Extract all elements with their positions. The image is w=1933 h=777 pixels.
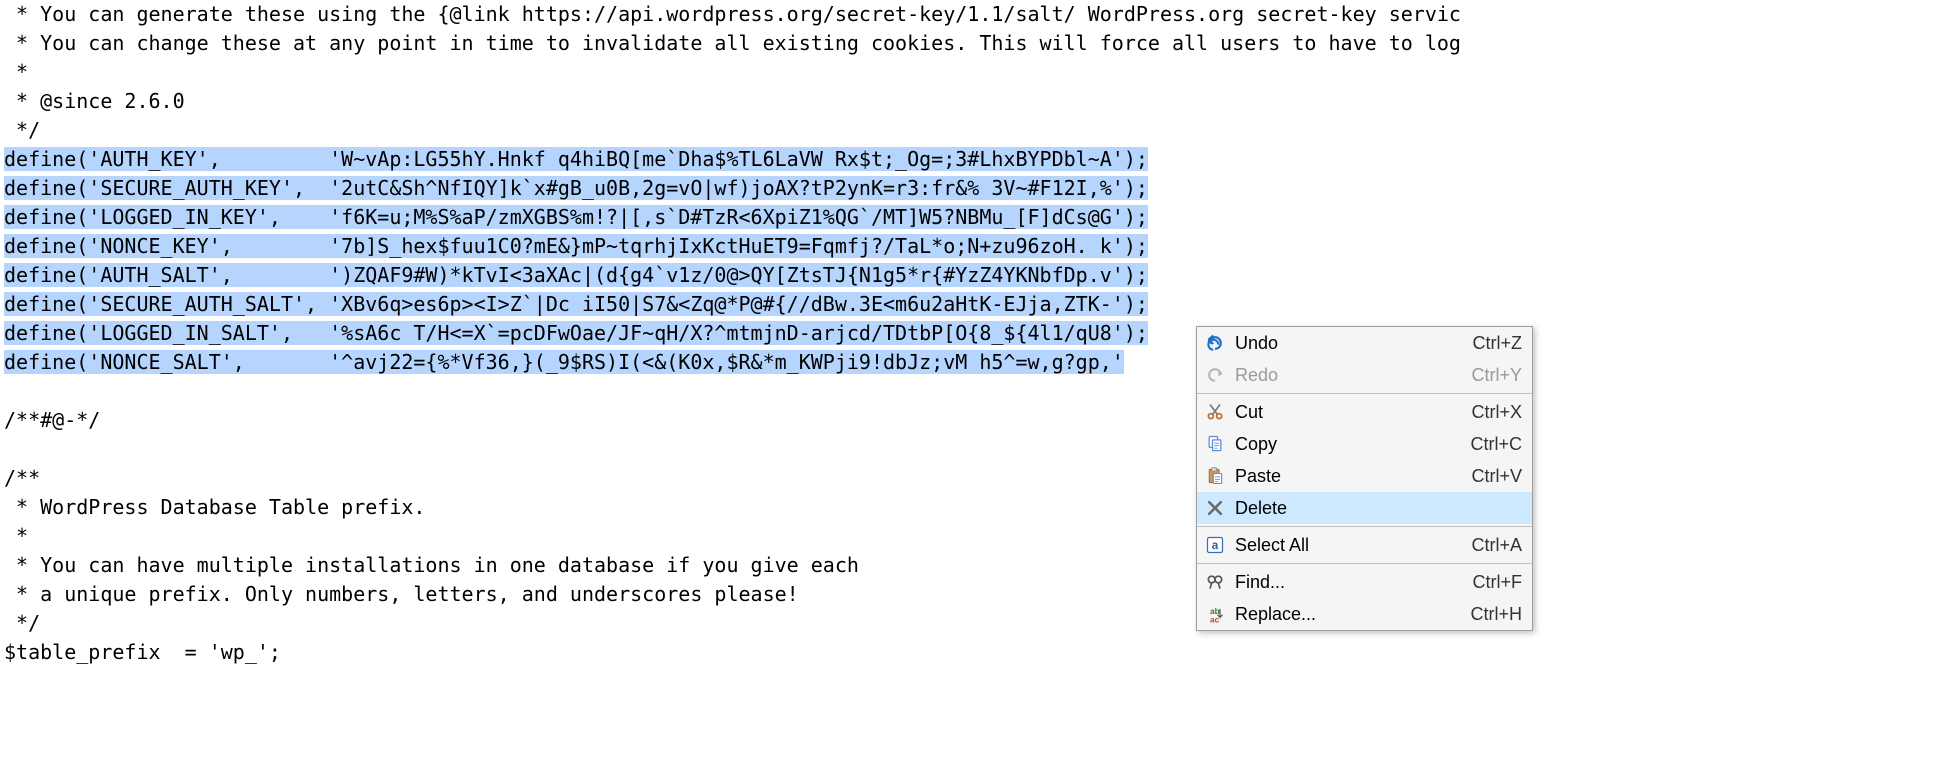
menu-paste[interactable]: Paste Ctrl+V bbox=[1197, 460, 1532, 492]
svg-text:a: a bbox=[1212, 539, 1219, 552]
code-line: * You can have multiple installations in… bbox=[0, 551, 1933, 580]
code-line: /**#@-*/ bbox=[0, 406, 1933, 435]
menu-label: Redo bbox=[1229, 366, 1461, 384]
code-line: */ bbox=[0, 116, 1933, 145]
code-editor[interactable]: * You can generate these using the {@lin… bbox=[0, 0, 1933, 667]
redo-icon bbox=[1201, 365, 1229, 385]
menu-label: Cut bbox=[1229, 403, 1461, 421]
delete-icon bbox=[1201, 498, 1229, 518]
menu-select-all[interactable]: a Select All Ctrl+A bbox=[1197, 529, 1532, 561]
code-line: * You can change these at any point in t… bbox=[0, 29, 1933, 58]
code-line bbox=[0, 377, 1933, 406]
menu-shortcut: Ctrl+F bbox=[1463, 573, 1523, 591]
menu-shortcut: Ctrl+Z bbox=[1463, 334, 1523, 352]
undo-icon bbox=[1201, 333, 1229, 353]
code-line: $table_prefix = 'wp_'; bbox=[0, 638, 1933, 667]
menu-cut[interactable]: Cut Ctrl+X bbox=[1197, 396, 1532, 428]
code-line: * @since 2.6.0 bbox=[0, 87, 1933, 116]
code-line: * bbox=[0, 522, 1933, 551]
menu-redo[interactable]: Redo Ctrl+Y bbox=[1197, 359, 1532, 391]
menu-find[interactable]: Find... Ctrl+F bbox=[1197, 566, 1532, 598]
menu-separator bbox=[1197, 393, 1532, 394]
context-menu: Undo Ctrl+Z Redo Ctrl+Y Cut bbox=[1196, 326, 1533, 631]
paste-icon bbox=[1201, 466, 1229, 486]
code-line: * WordPress Database Table prefix. bbox=[0, 493, 1933, 522]
replace-icon: ab ac bbox=[1201, 604, 1229, 624]
code-line: */ bbox=[0, 609, 1933, 638]
code-line-selected: define('SECURE_AUTH_KEY', '2utC&Sh^NfIQY… bbox=[0, 174, 1933, 203]
menu-label: Copy bbox=[1229, 435, 1460, 453]
menu-label: Delete bbox=[1229, 499, 1512, 517]
menu-replace[interactable]: ab ac Replace... Ctrl+H bbox=[1197, 598, 1532, 630]
menu-copy[interactable]: Copy Ctrl+C bbox=[1197, 428, 1532, 460]
menu-separator bbox=[1197, 563, 1532, 564]
code-line-selected: define('LOGGED_IN_SALT', '%sA6c T/H<=X`=… bbox=[0, 319, 1933, 348]
menu-separator bbox=[1197, 526, 1532, 527]
copy-icon bbox=[1201, 434, 1229, 454]
code-line-selected: define('NONCE_KEY', '7b]S_hex$fuu1C0?mE&… bbox=[0, 232, 1933, 261]
code-line-selected: define('AUTH_KEY', 'W~vAp:LG55hY.Hnkf q4… bbox=[0, 145, 1933, 174]
menu-label: Find... bbox=[1229, 573, 1463, 591]
menu-shortcut: Ctrl+Y bbox=[1461, 366, 1522, 384]
menu-label: Select All bbox=[1229, 536, 1461, 554]
code-line: * bbox=[0, 58, 1933, 87]
code-line-selected: define('LOGGED_IN_KEY', 'f6K=u;M%S%aP/zm… bbox=[0, 203, 1933, 232]
code-line: * a unique prefix. Only numbers, letters… bbox=[0, 580, 1933, 609]
menu-label: Replace... bbox=[1229, 605, 1460, 623]
menu-label: Undo bbox=[1229, 334, 1463, 352]
select-all-icon: a bbox=[1201, 535, 1229, 555]
menu-delete[interactable]: Delete bbox=[1197, 492, 1532, 524]
menu-shortcut: Ctrl+C bbox=[1460, 435, 1522, 453]
code-line-selected: define('SECURE_AUTH_SALT', 'XBv6q>es6p><… bbox=[0, 290, 1933, 319]
code-line-selected: define('NONCE_SALT', '^avj22={%*Vf36,}(_… bbox=[0, 348, 1933, 377]
menu-shortcut: Ctrl+A bbox=[1461, 536, 1522, 554]
find-icon bbox=[1201, 572, 1229, 592]
menu-shortcut: Ctrl+X bbox=[1461, 403, 1522, 421]
code-line: /** bbox=[0, 464, 1933, 493]
code-line bbox=[0, 435, 1933, 464]
code-line-selected: define('AUTH_SALT', ')ZQAF9#W)*kTvI<3aXA… bbox=[0, 261, 1933, 290]
menu-label: Paste bbox=[1229, 467, 1461, 485]
menu-undo[interactable]: Undo Ctrl+Z bbox=[1197, 327, 1532, 359]
menu-shortcut: Ctrl+H bbox=[1460, 605, 1522, 623]
cut-icon bbox=[1201, 402, 1229, 422]
menu-shortcut: Ctrl+V bbox=[1461, 467, 1522, 485]
code-line: * You can generate these using the {@lin… bbox=[0, 0, 1933, 29]
